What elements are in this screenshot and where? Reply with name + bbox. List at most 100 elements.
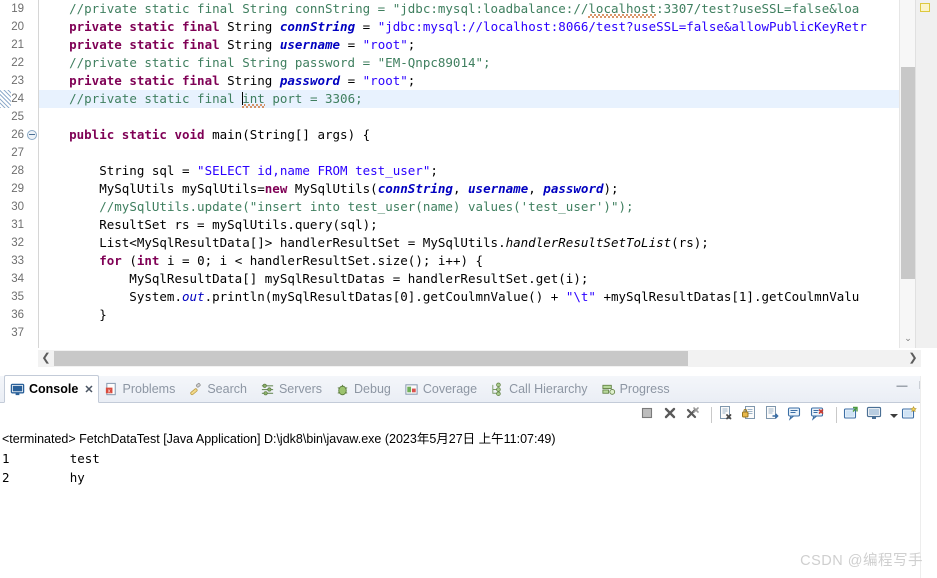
line-number[interactable]: 33	[0, 252, 38, 270]
code-token: connString	[377, 181, 453, 196]
tab-progress[interactable]: Progress	[596, 376, 678, 402]
scroll-left-arrow-icon[interactable]: ❮	[38, 350, 54, 367]
code-line[interactable]: }	[39, 306, 937, 324]
display-selected-console-button[interactable]	[866, 405, 886, 425]
line-number[interactable]: 37	[0, 324, 38, 342]
code-token: =	[340, 73, 363, 88]
console-output[interactable]: <terminated> FetchDataTest [Java Applica…	[0, 427, 937, 578]
code-line[interactable]	[39, 108, 937, 126]
line-number[interactable]: 19	[0, 0, 38, 18]
horizontal-scrollbar-thumb[interactable]	[54, 351, 688, 366]
line-number-label: 35	[11, 291, 24, 303]
line-number[interactable]: 21	[0, 36, 38, 54]
code-token: );	[603, 181, 619, 196]
code-line[interactable]: System.out.println(mySqlResultDatas[0].g…	[39, 288, 937, 306]
code-line[interactable]: List<MySqlResultData[]> handlerResultSet…	[39, 234, 937, 252]
line-number[interactable]: 28	[0, 162, 38, 180]
tab-problems[interactable]: x Problems	[99, 376, 184, 402]
editor-overview-ruler[interactable]	[915, 0, 937, 348]
scroll-down-arrow-icon[interactable]: ⌄	[900, 330, 916, 346]
line-number[interactable]: 36	[0, 306, 38, 324]
new-console-view-button[interactable]	[901, 405, 921, 425]
line-number[interactable]: 23	[0, 72, 38, 90]
line-number[interactable]: 22	[0, 54, 38, 72]
code-line[interactable]: //private static final String password =…	[39, 54, 937, 72]
tab-console[interactable]: Console ✕	[4, 375, 99, 403]
line-number[interactable]: 32	[0, 234, 38, 252]
code-line[interactable]: //private static final String connString…	[39, 0, 937, 18]
editor-gutter[interactable]: 19 20 21 22 23 24 25 26 27 28 29 30 31 32 33 34 35 36 37	[0, 0, 39, 348]
scroll-lock-button[interactable]	[741, 405, 761, 425]
scroll-right-arrow-icon[interactable]: ❯	[905, 350, 921, 367]
java-editor[interactable]: 19 20 21 22 23 24 25 26 27 28 29 30 31 32 33 34 35 36 37 /…	[0, 0, 937, 376]
remove-launch-button[interactable]	[662, 405, 682, 425]
code-line[interactable]: MySqlUtils mySqlUtils=new MySqlUtils(con…	[39, 180, 937, 198]
code-token: String	[227, 19, 280, 34]
open-console-button[interactable]	[843, 405, 863, 425]
code-line[interactable]: private static final String username = "…	[39, 36, 937, 54]
code-token: public static void	[69, 127, 213, 142]
tab-debug[interactable]: Debug	[330, 376, 399, 402]
minimize-button[interactable]: —	[895, 379, 909, 393]
code-token: MySqlUtils(	[294, 181, 378, 196]
show-console-on-error-button[interactable]	[810, 405, 830, 425]
tab-coverage[interactable]: Coverage	[399, 376, 485, 402]
code-line[interactable]: private static final String password = "…	[39, 72, 937, 90]
console-toolbar[interactable]	[0, 403, 937, 428]
line-number-label: 28	[11, 165, 24, 177]
line-number[interactable]: 24	[0, 90, 38, 108]
code-token: private static final	[69, 73, 228, 88]
line-number[interactable]: 25	[0, 108, 38, 126]
code-token: List<MySqlResultData[]> handlerResultSet…	[39, 235, 506, 250]
code-line[interactable]: MySqlResultData[] mySqlResultDatas = han…	[39, 270, 937, 288]
line-number[interactable]: 30	[0, 198, 38, 216]
display-selected-console-menu[interactable]	[889, 405, 898, 425]
code-line[interactable]: for (int i = 0; i < handlerResultSet.siz…	[39, 252, 937, 270]
tab-servers[interactable]: Servers	[255, 376, 330, 402]
vertical-scrollbar-thumb[interactable]	[901, 67, 915, 279]
code-line[interactable]: //private static final int port = 3306;	[39, 90, 937, 108]
line-number[interactable]: 26	[0, 126, 38, 144]
pin-console-button[interactable]	[764, 405, 784, 425]
code-line[interactable]: private static final String connString =…	[39, 18, 937, 36]
code-line[interactable]	[39, 144, 937, 162]
tab-search[interactable]: Search	[183, 376, 255, 402]
line-number[interactable]: 34	[0, 270, 38, 288]
clear-console-button[interactable]	[718, 405, 738, 425]
fold-collapse-icon[interactable]	[27, 130, 37, 140]
line-number[interactable]: 29	[0, 180, 38, 198]
view-tabs: Console ✕ x Problems Search Servers Debug Cover…	[0, 375, 937, 403]
warning-marker-icon[interactable]	[920, 3, 930, 12]
code-lines[interactable]: //private static final String connString…	[39, 0, 937, 348]
code-token: password	[543, 181, 604, 196]
line-number[interactable]: 31	[0, 216, 38, 234]
console-icon	[10, 382, 25, 397]
code-token: =	[355, 19, 378, 34]
show-console-on-output-button[interactable]	[787, 405, 807, 425]
display-console-icon	[866, 406, 882, 424]
code-line[interactable]: public static void main(String[] args) {	[39, 126, 937, 144]
code-token: .println(mySqlResultDatas[0].getCoulmnVa…	[204, 289, 566, 304]
code-line[interactable]: String sql = "SELECT id,name FROM test_u…	[39, 162, 937, 180]
line-number[interactable]: 35	[0, 288, 38, 306]
line-number[interactable]: 27	[0, 144, 38, 162]
editor-text-area[interactable]: 19 20 21 22 23 24 25 26 27 28 29 30 31 32 33 34 35 36 37 /…	[0, 0, 937, 348]
terminate-button[interactable]	[639, 405, 659, 425]
code-token: private static final	[69, 19, 228, 34]
view-tab-bar[interactable]: Console ✕ x Problems Search Servers Debug Cover…	[0, 375, 937, 403]
code-token: //mySqlUtils.update("insert into test_us…	[99, 199, 634, 214]
code-line[interactable]	[39, 324, 937, 342]
line-number[interactable]: 20	[0, 18, 38, 36]
close-icon[interactable]: ✕	[84, 383, 93, 396]
editor-vertical-scrollbar[interactable]: ⌄	[899, 0, 916, 348]
code-line[interactable]: //mySqlUtils.update("insert into test_us…	[39, 198, 937, 216]
console-scrollbar-area[interactable]	[920, 376, 937, 578]
remove-all-terminated-button[interactable]	[685, 405, 705, 425]
tab-call-hierarchy[interactable]: Call Hierarchy	[485, 376, 596, 402]
console-view[interactable]: Console ✕ x Problems Search Servers Debug Cover…	[0, 375, 937, 578]
editor-horizontal-scrollbar[interactable]: ❮ ❯	[38, 350, 921, 367]
line-number-label: 29	[11, 183, 24, 195]
pin-console-icon	[764, 406, 780, 424]
tab-label: Console	[29, 382, 79, 396]
code-line[interactable]: ResultSet rs = mySqlUtils.query(sql);	[39, 216, 937, 234]
